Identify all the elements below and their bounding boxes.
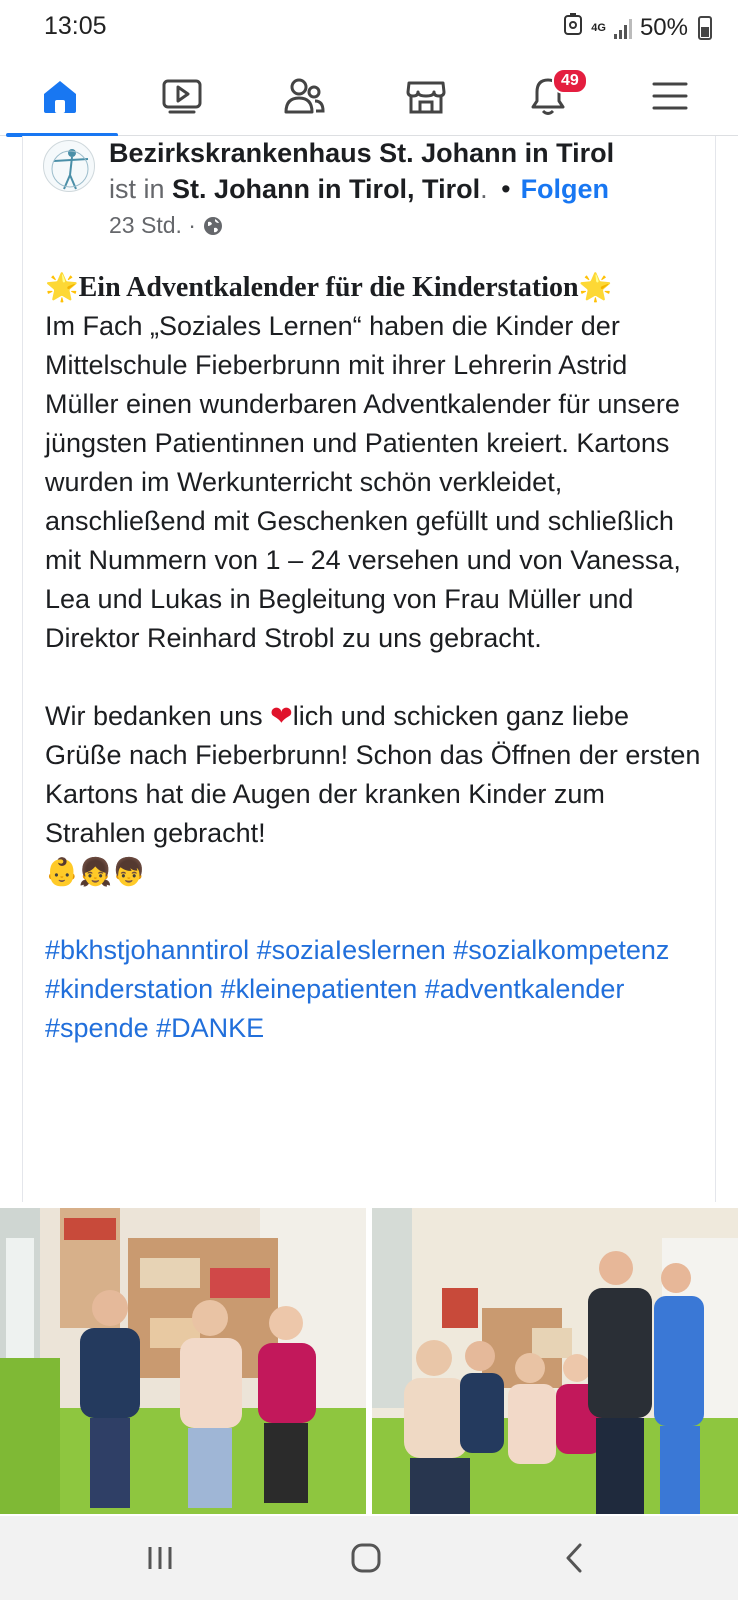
photo-2-image [372,1208,738,1514]
is-in-label: ist in [109,174,165,204]
star-emoji-right: 🌟 [578,272,613,303]
recent-apps-icon [148,1547,172,1569]
system-nav-bar [0,1516,738,1600]
post-text: 🌟Ein Adventkalender für die Kinderstatio… [45,268,705,1048]
post-photo-1[interactable] [0,1208,366,1514]
battery-percent: 50% [639,13,688,41]
nav-home[interactable] [0,56,120,137]
post-photo-2[interactable] [372,1208,738,1514]
post-location-line: ist in St. Johann in Tirol, Tirol. • Folg… [109,174,609,205]
post-meta: 23 Std. · [109,212,224,239]
place-suffix: . [480,174,488,204]
nav-video[interactable] [122,56,242,136]
top-nav: 49 [0,56,738,137]
video-icon [162,79,202,114]
status-time: 13:05 [44,12,107,40]
post-time[interactable]: 23 Std. · [109,212,196,239]
post-author[interactable]: Bezirkskrankenhaus St. Johann in Tirol [109,138,614,169]
separator-dot: • [501,174,511,204]
network-type: 4G [591,21,606,34]
post-paragraph-2: Wir bedanken uns ❤lich und schicken ganz… [45,697,705,853]
hospital-logo-icon [51,149,89,190]
back-icon [566,1543,582,1573]
home-circle-icon [351,1543,381,1573]
nav-menu[interactable] [610,56,730,136]
battery-icon [698,15,712,40]
globe-icon [203,216,222,235]
post-card: Bezirkskrankenhaus St. Johann in Tirol i… [22,136,716,1202]
photo-1-image [0,1208,366,1514]
star-emoji-left: 🌟 [45,272,79,303]
signal-icon [613,17,632,39]
home-button[interactable] [336,1536,396,1580]
menu-icon [652,82,688,110]
status-icons: 4G 50% [563,12,712,43]
marketplace-icon [406,81,446,114]
status-bar: 13:05 4G 50% [0,0,738,56]
nav-friends[interactable] [244,56,364,136]
post-headline-line: 🌟Ein Adventkalender für die Kinderstatio… [45,268,705,307]
recycle-icon [563,12,583,43]
nav-marketplace[interactable] [366,56,486,136]
notification-badge: 49 [552,68,588,94]
post-hashtags[interactable]: #bkhstjohanntirol #soziaIeslernen #sozia… [45,931,705,1048]
para2-start: Wir bedanken uns [45,701,271,731]
back-button[interactable] [544,1536,604,1580]
home-icon [44,81,76,113]
follow-button[interactable]: Folgen [521,174,610,204]
friends-icon [284,78,325,114]
post-location[interactable]: St. Johann in Tirol, Tirol [172,174,480,204]
recent-apps-button[interactable] [130,1536,190,1580]
post-headline: Ein Adventkalender für die Kinderstation [78,272,579,303]
nav-notifications[interactable]: 49 [488,56,608,136]
heart-emoji: ❤ [270,701,293,732]
post-paragraph-1: Im Fach „Soziales Lernen“ haben die Kind… [45,311,681,653]
page-avatar[interactable] [43,140,95,192]
kids-emojis: 👶👧👦 [45,857,146,888]
